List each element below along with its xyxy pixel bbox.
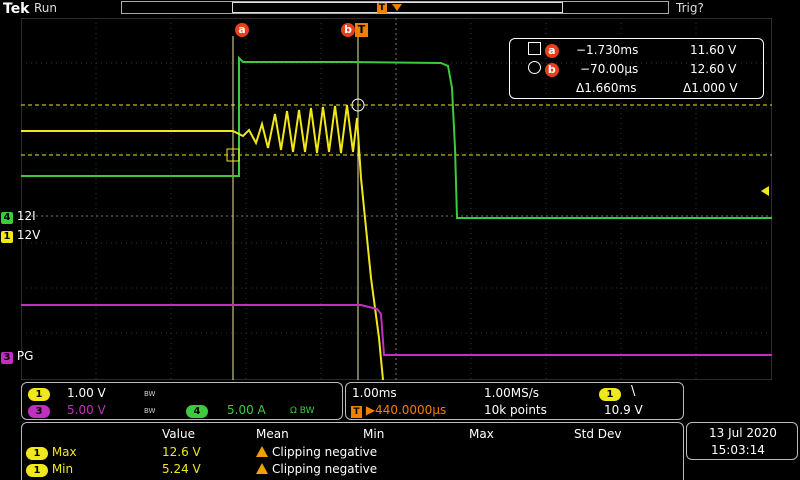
- run-state[interactable]: Run: [34, 1, 57, 15]
- measurement-row-min[interactable]: 1 Min: [26, 461, 73, 477]
- warning-icon: [256, 463, 268, 474]
- ch4-badge: 4: [186, 405, 208, 418]
- ch1-scale-group[interactable]: 1: [28, 385, 50, 401]
- cursor-a-time: −1.730ms: [576, 43, 639, 57]
- col-header-max: Max: [469, 427, 494, 441]
- meas-1-warning: Clipping negative: [256, 444, 377, 460]
- falling-edge-icon: \: [631, 384, 636, 399]
- record-length: 10k points: [484, 403, 547, 417]
- ch1-marker[interactable]: 1 12V: [1, 228, 41, 243]
- square-icon: [528, 42, 541, 55]
- meas-2-channel-badge: 1: [26, 464, 48, 477]
- ch3-marker-number: 3: [1, 352, 13, 364]
- time-per-division: 1.00ms: [352, 386, 397, 400]
- ch1-badge: 1: [28, 388, 50, 401]
- col-header-value: Value: [162, 427, 195, 441]
- ch3-marker[interactable]: 3 PG: [1, 349, 34, 364]
- ch4-scale-group[interactable]: 4: [186, 402, 208, 418]
- trigger-level: 10.9 V: [604, 403, 643, 417]
- col-header-mean: Mean: [256, 427, 289, 441]
- ch3-scale-group[interactable]: 3: [28, 402, 50, 418]
- ch1-marker-number: 1: [1, 231, 13, 243]
- ch3-scale: 5.00 V: [67, 403, 106, 417]
- cursor-b-symbol: b: [528, 61, 559, 77]
- measurements-panel[interactable]: Value Mean Min Max Std Dev 1 Max 12.6 V …: [21, 422, 684, 480]
- ch1-scale: 1.00 V: [67, 386, 106, 400]
- ch4-marker-label: 12I: [16, 209, 36, 223]
- warning-icon: [256, 446, 268, 457]
- cursor-a-value: 11.60 V: [690, 43, 737, 57]
- datetime-panel[interactable]: 13 Jul 2020 15:03:14: [686, 422, 798, 460]
- trigger-t-icon: T: [351, 406, 362, 418]
- top-status-bar: Tek Run T Trig?: [0, 0, 800, 18]
- meas-1-note: Clipping negative: [272, 445, 378, 459]
- trigger-source-badge: 1: [599, 388, 621, 401]
- circle-icon: [528, 61, 541, 74]
- time: 15:03:14: [711, 443, 765, 457]
- trigger-time-tag[interactable]: T: [355, 23, 368, 37]
- meas-2-warning: Clipping negative: [256, 461, 377, 477]
- ch4-termination-icon: Ω BW: [290, 406, 315, 416]
- cursor-b-readout-tag: b: [544, 63, 559, 77]
- meas-2-value: 5.24 V: [162, 462, 201, 476]
- col-header-min: Min: [363, 427, 385, 441]
- trigger-delay: ▶440.0000µs: [365, 403, 447, 417]
- ch4-scale: 5.00 A: [227, 403, 266, 417]
- trigger-delay-icon: [392, 4, 402, 11]
- cursor-delta-value: Δ1.000 V: [683, 81, 738, 95]
- cursor-a-readout-tag: a: [544, 44, 559, 58]
- vertical-settings-panel[interactable]: 1 1.00 V BW 3 5.00 V BW 4 5.00 A Ω BW: [21, 382, 343, 420]
- trigger-delay-group[interactable]: T ▶440.0000µs: [351, 402, 446, 418]
- horizontal-trigger-panel[interactable]: 1.00ms 1.00MS/s 1 \ T ▶440.0000µs 10k po…: [345, 382, 684, 420]
- cursor-delta-time: Δ1.660ms: [576, 81, 637, 95]
- cursor-readout-panel[interactable]: a −1.730ms 11.60 V b −70.00µs 12.60 V Δ1…: [509, 38, 764, 99]
- meas-1-name: Max: [51, 445, 77, 459]
- cursor-b-time: −70.00µs: [580, 62, 639, 76]
- measurement-row-max[interactable]: 1 Max: [26, 444, 77, 460]
- ch1-bandwidth-icon: BW: [144, 390, 156, 398]
- col-header-std-dev: Std Dev: [574, 427, 622, 441]
- ch4-marker-number: 4: [1, 212, 13, 224]
- cursor-a-tag[interactable]: a: [235, 23, 249, 37]
- sample-rate: 1.00MS/s: [484, 386, 539, 400]
- ch4-marker[interactable]: 4 12I: [1, 209, 36, 224]
- brand-logo: Tek: [3, 1, 30, 17]
- trigger-state: Trig?: [676, 1, 704, 15]
- meas-2-name: Min: [51, 462, 74, 476]
- ch1-marker-label: 12V: [16, 228, 41, 242]
- cursor-a-symbol: a: [528, 42, 559, 58]
- trigger-position-icon[interactable]: T: [377, 3, 387, 13]
- ch3-bandwidth-icon: BW: [144, 407, 156, 415]
- meas-2-note: Clipping negative: [272, 462, 378, 476]
- meas-1-channel-badge: 1: [26, 447, 48, 460]
- cursor-b-tag[interactable]: b: [341, 23, 355, 37]
- trigger-source-group[interactable]: 1: [599, 385, 621, 401]
- meas-1-value: 12.6 V: [162, 445, 201, 459]
- date: 13 Jul 2020: [709, 426, 777, 440]
- cursor-b-value: 12.60 V: [690, 62, 737, 76]
- ch3-badge: 3: [28, 405, 50, 418]
- trigger-level-arrow-icon[interactable]: [761, 186, 769, 196]
- ch3-marker-label: PG: [16, 349, 34, 363]
